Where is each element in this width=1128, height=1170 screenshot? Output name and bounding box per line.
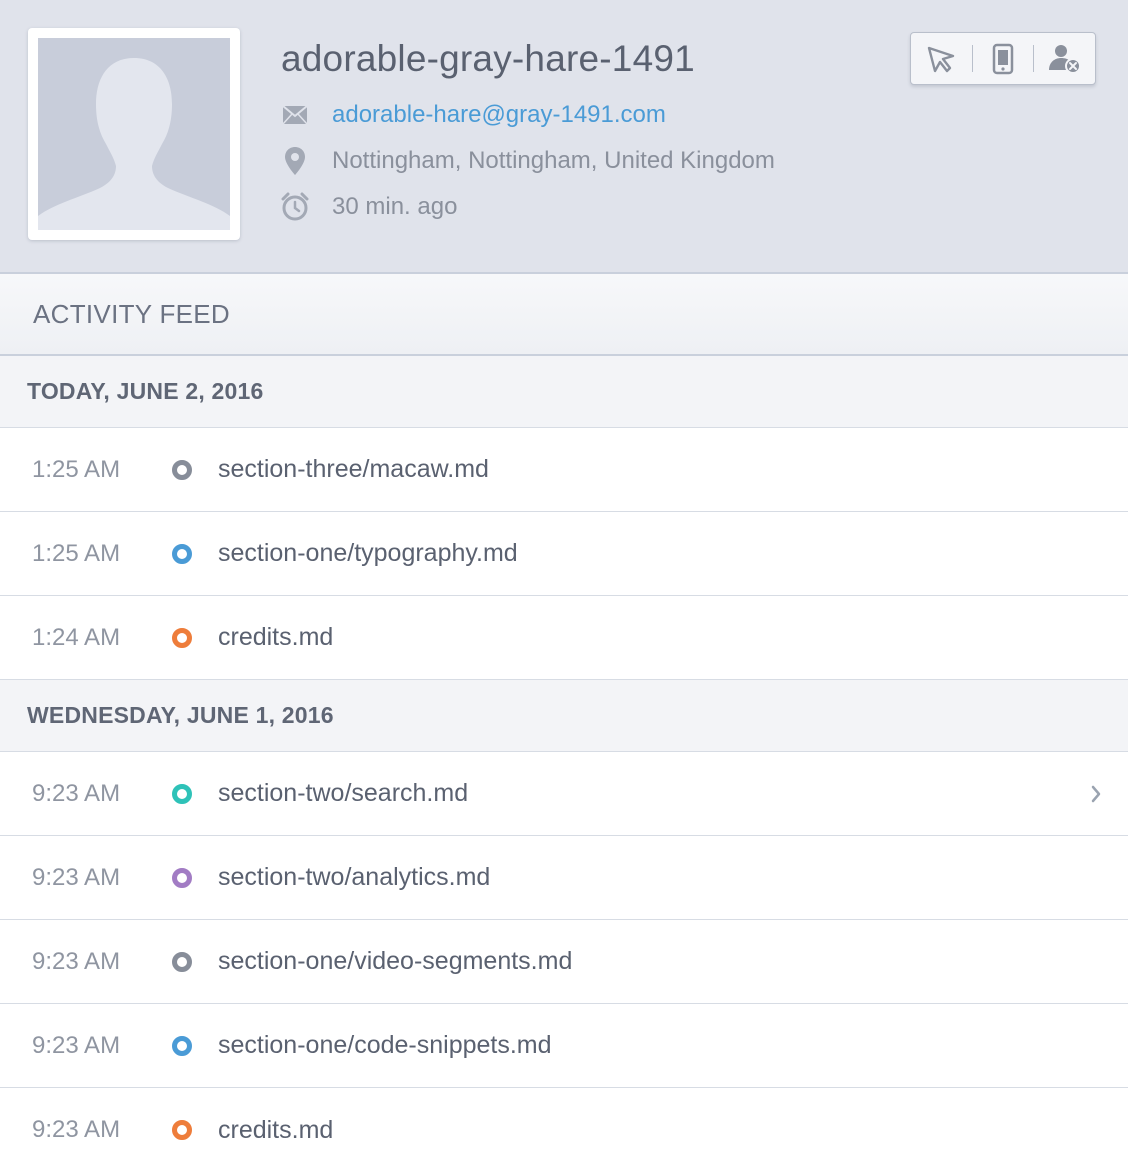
activity-row[interactable]: 9:23 AM section-one/code-snippets.md [0, 1004, 1128, 1088]
chevron-right-icon[interactable] [1090, 784, 1102, 809]
status-dot-icon [172, 952, 192, 972]
person-silhouette-icon [38, 38, 230, 230]
activity-time: 9:23 AM [32, 1116, 121, 1143]
send-button[interactable] [911, 33, 972, 84]
envelope-icon [280, 100, 310, 130]
remove-user-button[interactable] [1034, 33, 1095, 84]
profile-name: adorable-gray-hare-1491 [281, 38, 695, 79]
activity-file: section-two/search.md [218, 779, 469, 807]
activity-time: 9:23 AM [32, 1031, 121, 1059]
activity-row[interactable]: 1:24 AM credits.md [0, 596, 1128, 680]
activity-time: 1:25 AM [32, 455, 121, 483]
activity-time: 1:25 AM [32, 539, 121, 567]
activity-file: credits.md [218, 623, 334, 651]
activity-row[interactable]: 9:23 AM section-one/video-segments.md [0, 920, 1128, 1004]
status-dot-icon [172, 1036, 192, 1056]
activity-time: 9:23 AM [32, 863, 121, 891]
status-dot-icon [172, 784, 192, 804]
day-label: TODAY, JUNE 2, 2016 [27, 378, 264, 404]
status-dot-icon [172, 868, 192, 888]
activity-row[interactable]: 1:25 AM section-three/macaw.md [0, 428, 1128, 512]
status-dot-icon [172, 460, 192, 480]
mobile-device-icon [992, 43, 1014, 74]
email-link[interactable]: adorable-hare@gray-1491.com [332, 101, 666, 129]
status-dot-icon [172, 544, 192, 564]
day-header: TODAY, JUNE 2, 2016 [0, 356, 1128, 428]
profile-toolbar [910, 32, 1096, 85]
activity-file: section-three/macaw.md [218, 455, 489, 483]
activity-row[interactable]: 1:25 AM section-one/typography.md [0, 512, 1128, 596]
activity-file: section-two/analytics.md [218, 863, 491, 891]
activity-file: section-one/video-segments.md [218, 947, 573, 975]
avatar [38, 38, 230, 230]
avatar-frame [28, 28, 240, 240]
location-row: Nottingham, Nottingham, United Kingdom [280, 146, 775, 176]
map-pin-icon [280, 146, 310, 176]
profile-header: adorable-gray-hare-1491 adorable-hare@gr… [0, 0, 1128, 274]
activity-row[interactable]: 9:23 AM section-two/analytics.md [0, 836, 1128, 920]
activity-file: section-one/typography.md [218, 539, 518, 567]
status-dot-icon [172, 628, 192, 648]
email-row: adorable-hare@gray-1491.com [280, 100, 666, 130]
activity-time: 1:24 AM [32, 623, 121, 651]
activity-feed-header: ACTIVITY FEED [0, 274, 1128, 356]
activity-feed-title: ACTIVITY FEED [33, 298, 231, 329]
location-text: Nottingham, Nottingham, United Kingdom [332, 147, 775, 174]
activity-time: 9:23 AM [32, 947, 121, 975]
device-button[interactable] [973, 33, 1034, 84]
alarm-clock-icon [280, 192, 310, 222]
day-label: WEDNESDAY, JUNE 1, 2016 [27, 702, 334, 728]
activity-file: section-one/code-snippets.md [218, 1031, 552, 1059]
activity-time: 9:23 AM [32, 779, 121, 807]
activity-row[interactable]: 9:23 AM section-two/search.md [0, 752, 1128, 836]
activity-row[interactable]: 9:23 AM credits.md [0, 1088, 1128, 1170]
status-dot-icon [172, 1120, 192, 1140]
activity-file: credits.md [218, 1115, 334, 1144]
last-seen-text: 30 min. ago [332, 193, 458, 220]
day-header: WEDNESDAY, JUNE 1, 2016 [0, 680, 1128, 752]
last-seen-row: 30 min. ago [280, 192, 457, 222]
send-cursor-icon [928, 46, 955, 72]
remove-user-icon [1048, 44, 1081, 74]
